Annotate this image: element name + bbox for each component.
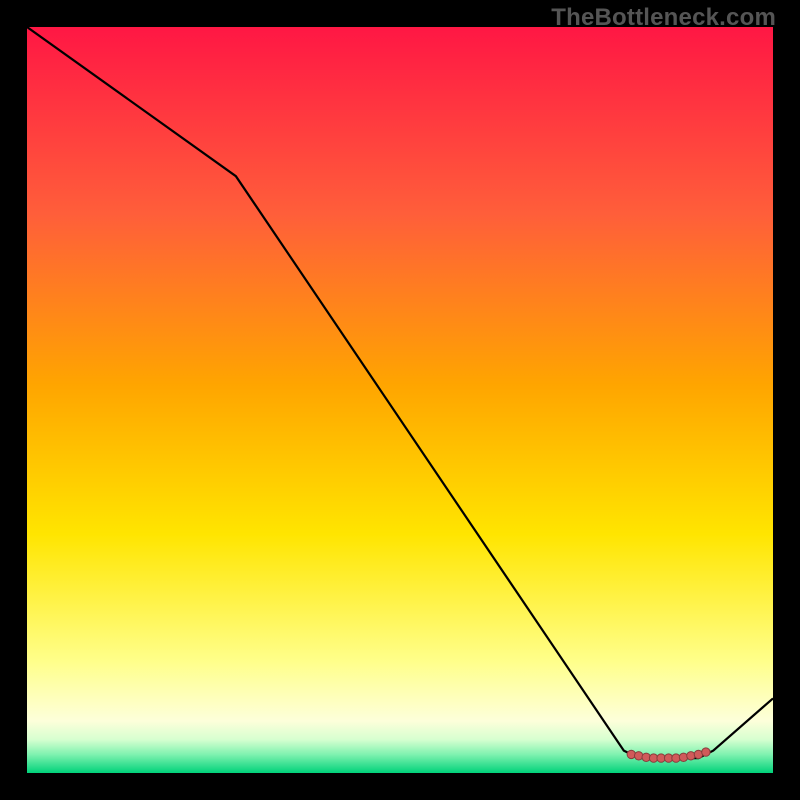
data-marker — [702, 748, 710, 756]
data-marker — [687, 752, 695, 760]
chart-background — [27, 27, 773, 773]
chart-svg — [27, 27, 773, 773]
plot-area — [27, 27, 773, 773]
data-marker — [635, 752, 643, 760]
chart-frame: TheBottleneck.com — [0, 0, 800, 800]
